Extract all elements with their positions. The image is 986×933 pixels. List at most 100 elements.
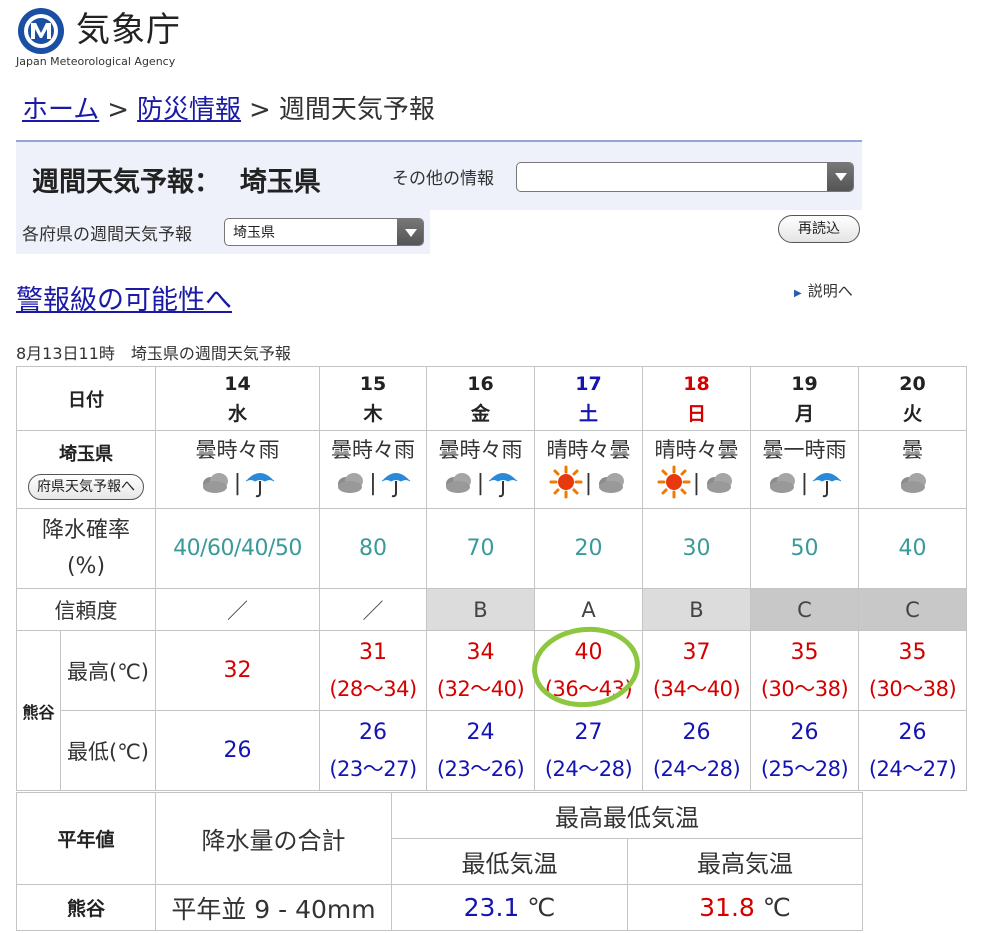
max-temp-cell: 31 (28～34)	[319, 630, 427, 711]
max-temp-header: 最高気温	[627, 838, 863, 885]
weather-icons: |	[157, 464, 319, 504]
max-temp-normal: 31.8 ℃	[627, 884, 863, 931]
date-label: 日付	[16, 366, 156, 431]
pop-label-line2: (%)	[66, 553, 106, 579]
max-temp-cell: 32	[155, 630, 320, 711]
reliability-cell: C	[750, 588, 859, 631]
min-temp-normal: 23.1 ℃	[391, 884, 628, 931]
warning-possibility-link[interactable]: 警報級の可能性へ	[16, 278, 232, 317]
max-temp-range: (32～40)	[436, 676, 525, 701]
header-panel-bottom: 各府県の週間天気予報 埼玉県	[16, 208, 430, 254]
cloud-icon	[441, 465, 475, 503]
cloud-icon	[896, 465, 930, 503]
region-cell: 埼玉県 府県天気予報へ	[16, 430, 156, 509]
min-temp-cell: 26 (24～27)	[858, 710, 967, 791]
reload-button[interactable]: 再読込	[778, 215, 860, 243]
breadcrumb: ホーム > 防災情報 > 週間天気予報	[22, 92, 435, 128]
page-title: 週間天気予報： 埼玉県	[32, 167, 321, 198]
weekday: 土	[578, 402, 598, 425]
min-temp-range: (25～28)	[760, 756, 849, 781]
max-temp-value: 32	[223, 657, 252, 683]
min-temp-value: 26	[682, 719, 711, 745]
max-temp-cell: 35 (30～38)	[858, 630, 967, 711]
breadcrumb-current: 週間天気予報	[278, 95, 435, 125]
normals-table: 平年値 降水量の合計 最高最低気温 最低気温 最高気温 熊谷 平年並 9 - 4…	[16, 792, 863, 931]
min-temp-cell: 26	[155, 710, 320, 791]
separator: |	[692, 471, 701, 496]
min-temp-value: 26	[359, 719, 387, 745]
unit: ℃	[527, 893, 556, 922]
pop-cell: 80	[319, 508, 427, 589]
max-temp-value: 35	[790, 639, 819, 665]
min-temp-normal-value: 23.1	[463, 893, 520, 922]
min-temp-range: (24～28)	[652, 756, 741, 781]
reliability-cell: ／	[155, 588, 320, 631]
pop-cell: 70	[426, 508, 535, 589]
pref-select-value: 埼玉県	[233, 225, 275, 241]
max-temp-range: (30～38)	[868, 676, 957, 701]
precip-header: 降水量の合計	[155, 792, 392, 885]
pop-cell: 40	[858, 508, 967, 589]
pop-cell: 30	[642, 508, 751, 589]
umbrella-icon	[486, 465, 520, 503]
weather-row: 埼玉県 府県天気予報へ 曇時々雨 | 曇時々雨 | 曇時々雨 | 晴時々曇 | 晴時々曇 | 曇一時…	[16, 430, 967, 509]
date-cell: 14 水	[155, 366, 320, 431]
explain-link[interactable]: ▶ 説明へ	[794, 280, 853, 301]
pop-cell: 40/60/40/50	[155, 508, 320, 589]
header-panel-top: 週間天気予報： 埼玉県 その他の情報	[16, 140, 862, 210]
date-cell: 20 火	[858, 366, 967, 431]
min-temp-cell: 24 (23～26)	[426, 710, 535, 791]
pref-forecast-button[interactable]: 府県天気予報へ	[28, 473, 144, 500]
pop-row: 降水確率 (%) 40/60/40/50 80 70 20 30 50 40	[16, 508, 967, 589]
max-temp-value: 34	[466, 639, 495, 665]
cloud-icon	[333, 465, 367, 503]
max-temp-cell: 34 (32～40)	[426, 630, 535, 711]
max-temp-row: 熊谷 最高(℃) 32 31 (28～34) 34 (32～40) 40 (36～43) 37…	[16, 630, 967, 791]
day-number: 15	[359, 372, 387, 395]
day-number: 19	[791, 372, 818, 395]
weather-text: 曇一時雨	[762, 437, 847, 462]
other-info-select[interactable]	[516, 162, 854, 192]
max-temp-cell: 35 (30～38)	[750, 630, 859, 711]
weekday: 月	[794, 402, 814, 425]
pref-select[interactable]: 埼玉県	[224, 218, 424, 246]
umbrella-icon	[243, 465, 277, 503]
normals-area: 熊谷	[16, 884, 156, 931]
min-temp-value: 26	[790, 719, 819, 745]
weather-cell: 曇時々雨 |	[426, 430, 535, 509]
weekday: 木	[363, 402, 383, 425]
reliability-cell: A	[534, 588, 643, 631]
min-temp-row: 最低(℃) 26 26 (23～27) 24 (23～26) 27 (24～28) 26 (24…	[17, 710, 967, 791]
breadcrumb-separator: >	[107, 95, 130, 125]
cloud-icon	[702, 465, 736, 503]
unit: ℃	[762, 893, 791, 922]
breadcrumb-home-link[interactable]: ホーム	[22, 95, 99, 125]
jma-emblem-icon	[18, 8, 64, 54]
weather-icons: |	[428, 464, 534, 504]
explain-link-text: 説明へ	[807, 282, 853, 300]
umbrella-icon	[810, 465, 844, 503]
pop-label: 降水確率 (%)	[16, 508, 156, 589]
day-number: 20	[899, 372, 926, 395]
weather-cell: 曇時々雨 |	[155, 430, 320, 509]
max-temp-value: 37	[682, 639, 711, 665]
jma-logo[interactable]: 気象庁 Japan Meteorological Agency	[16, 4, 206, 70]
separator: |	[369, 471, 377, 496]
weather-text: 曇	[902, 437, 923, 462]
breadcrumb-bosai-link[interactable]: 防災情報	[137, 95, 241, 125]
weather-icons	[860, 464, 966, 504]
chevron-down-icon	[827, 163, 853, 191]
day-number: 16	[467, 372, 494, 395]
temp-header: 最高最低気温	[391, 792, 863, 839]
weather-cell: 曇	[858, 430, 967, 509]
date-cell: 15 木	[319, 366, 427, 431]
cloud-icon	[198, 465, 232, 503]
weekday: 火	[902, 402, 922, 425]
min-temp-value: 24	[466, 719, 495, 745]
weather-text: 曇時々雨	[331, 437, 415, 462]
weather-cell: 曇一時雨 |	[750, 430, 859, 509]
min-temp-value: 27	[574, 719, 603, 745]
weather-text: 晴時々曇	[654, 437, 739, 462]
min-temp-value: 26	[223, 737, 252, 763]
min-temp-cell: 26 (24～28)	[642, 710, 751, 791]
